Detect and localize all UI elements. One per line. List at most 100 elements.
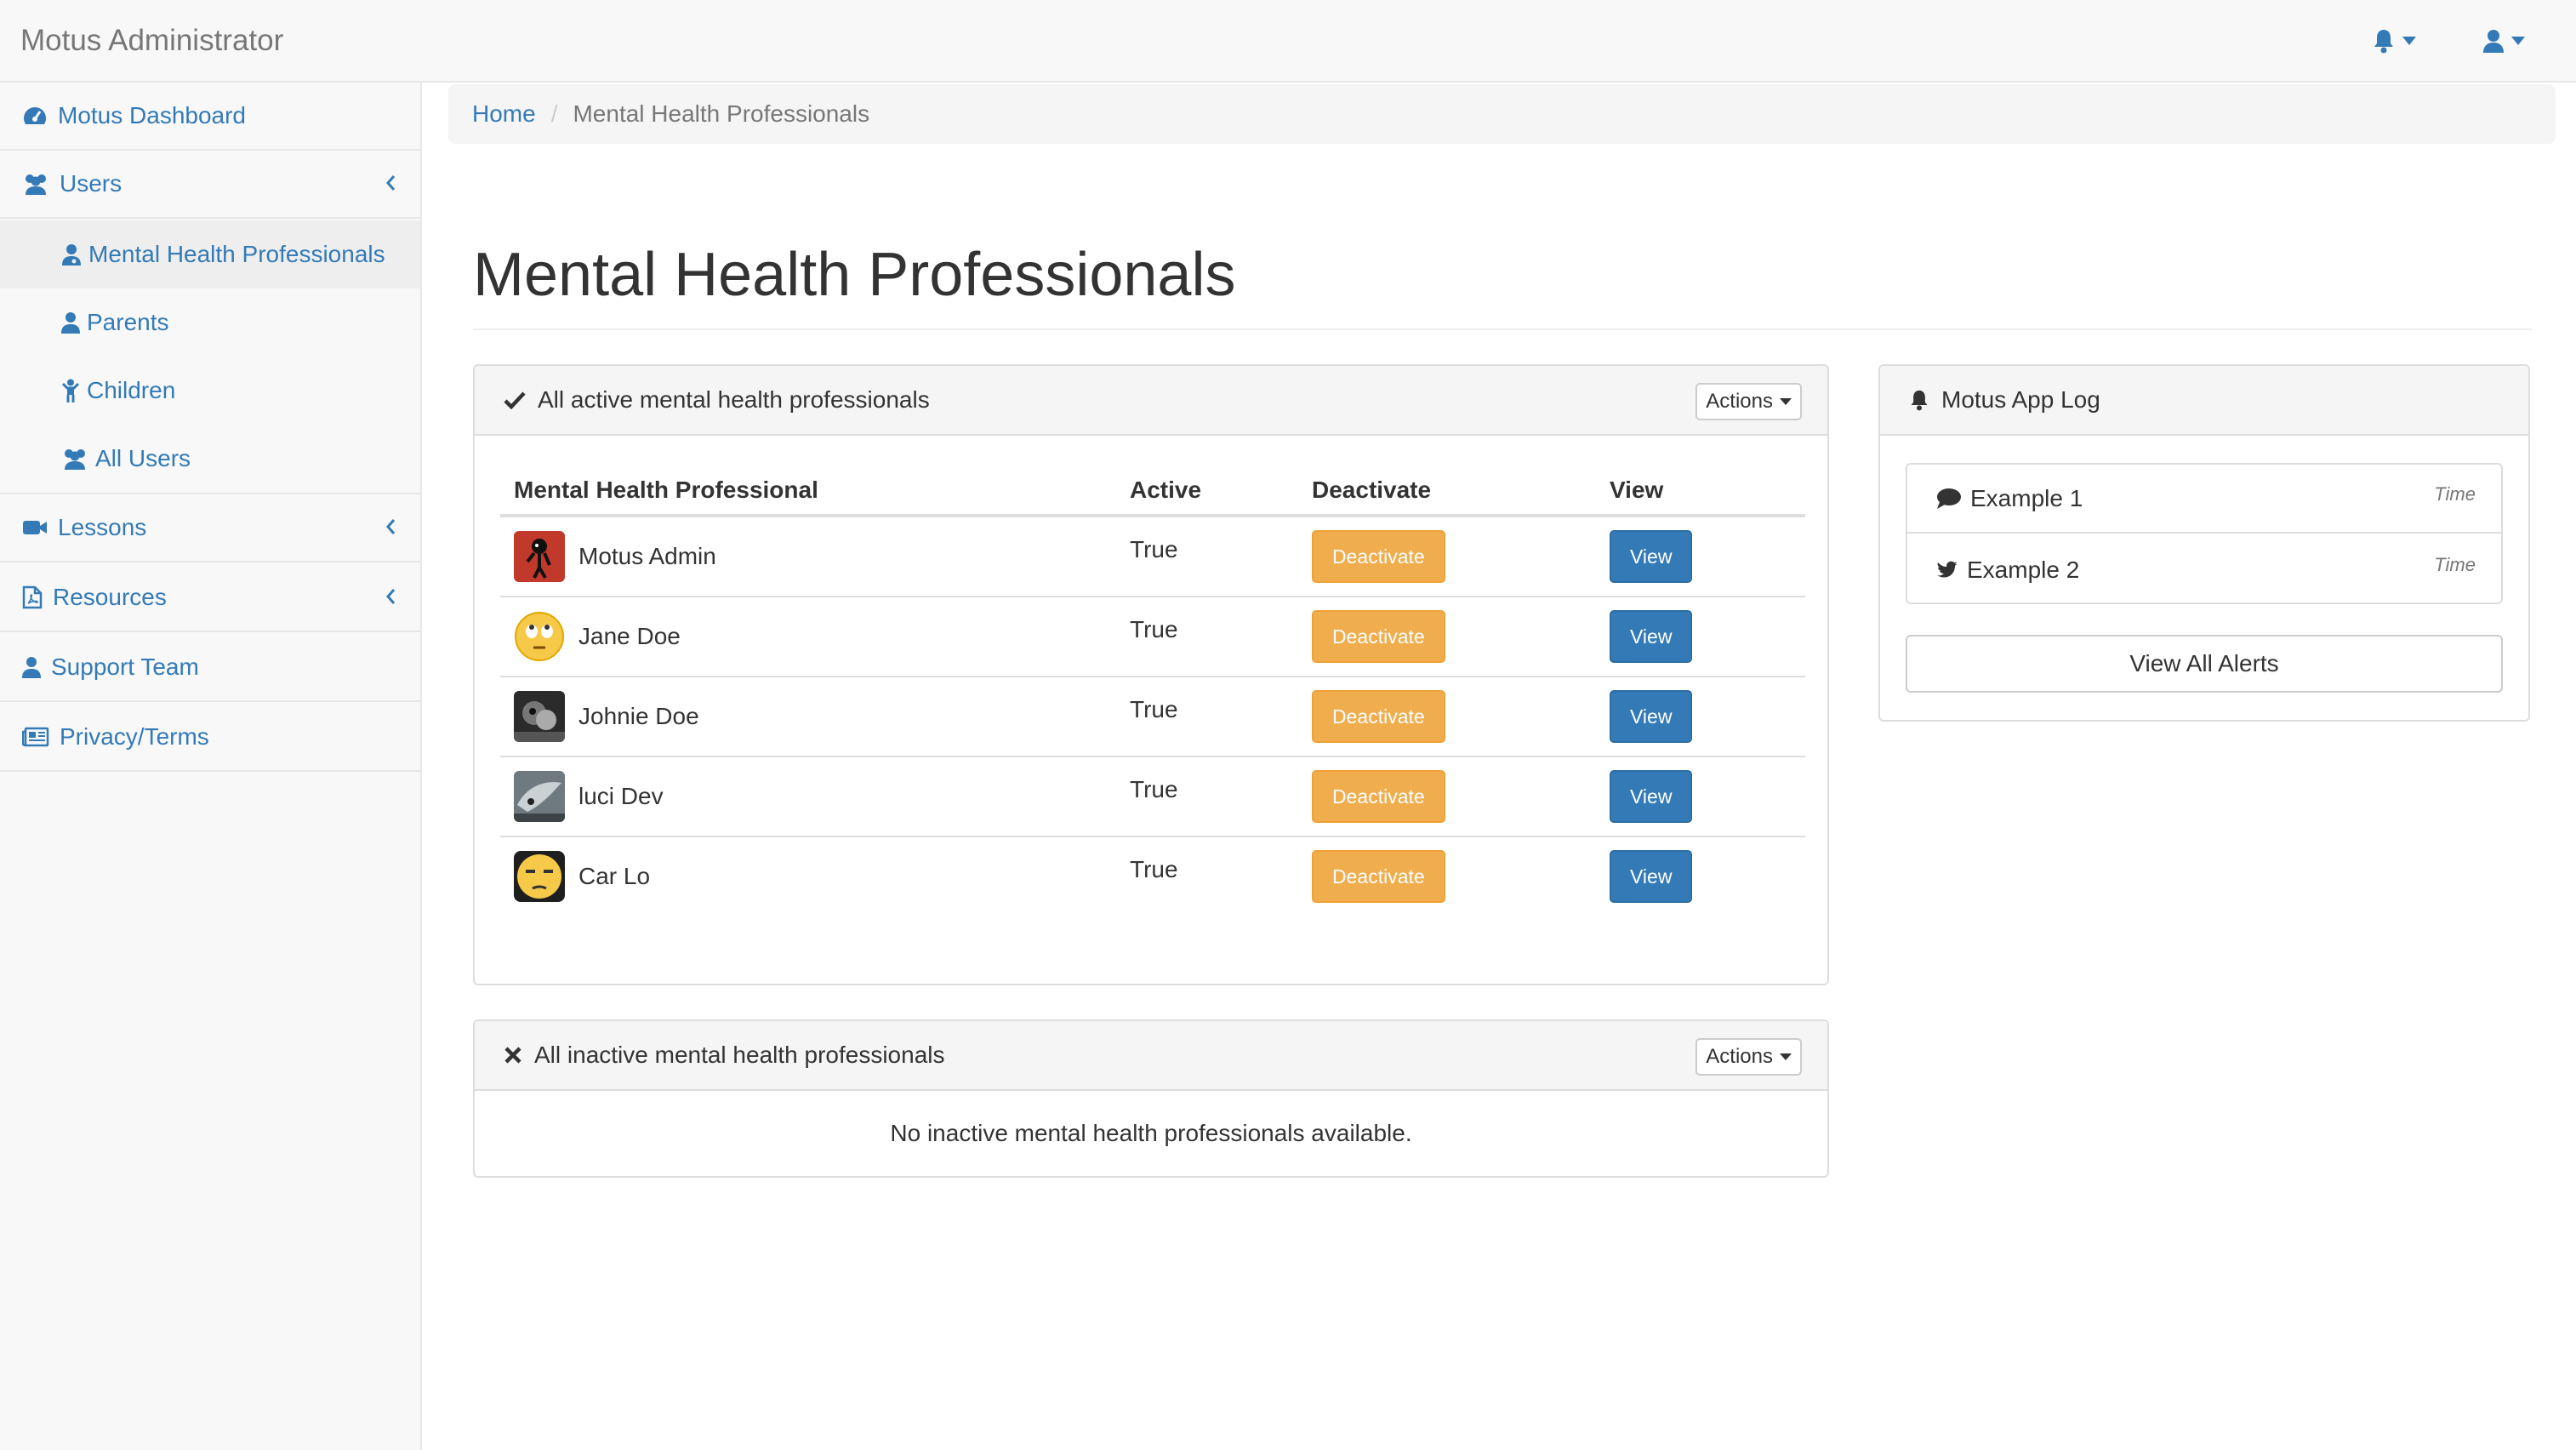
inactive-professionals-panel: All inactive mental health professionals… <box>473 1019 1829 1178</box>
view-cell: View <box>1596 676 1805 757</box>
sidebar-item-label: Support Team <box>51 654 199 680</box>
actions-label: Actions <box>1706 1045 1773 1068</box>
log-item[interactable]: Example 1 Time <box>1907 465 2501 534</box>
sidebar: Motus Dashboard Users Mental Health Prof… <box>0 83 422 1450</box>
active-professionals-panel: All active mental health professionals A… <box>473 364 1829 985</box>
table-row: Motus Admin True Deactivate View <box>500 516 1805 597</box>
breadcrumb-home-link[interactable]: Home <box>472 100 536 128</box>
professional-name: luci Dev <box>578 783 664 809</box>
sidebar-item-privacy-terms[interactable]: Privacy/Terms <box>0 704 420 772</box>
brand-title[interactable]: Motus Administrator <box>20 0 283 81</box>
table-row: Jane Doe True Deactivate View <box>500 597 1805 677</box>
panel-heading: All inactive mental health professionals… <box>475 1021 1827 1091</box>
sidebar-item-label: Children <box>87 377 176 403</box>
log-item-label: Example 2 <box>1967 556 2080 583</box>
view-button[interactable]: View <box>1610 690 1693 743</box>
sidebar-item-children[interactable]: Children <box>0 357 420 425</box>
sidebar-item-all-users[interactable]: All Users <box>0 425 420 493</box>
breadcrumb-current: Mental Health Professionals <box>573 100 870 127</box>
deactivate-button[interactable]: Deactivate <box>1312 690 1445 743</box>
chevron-left-icon <box>386 519 396 534</box>
sidebar-item-support-team[interactable]: Support Team <box>0 634 420 702</box>
user-dropdown[interactable] <box>2482 20 2525 61</box>
view-cell: View <box>1596 756 1805 837</box>
breadcrumb-separator: / <box>550 100 558 127</box>
avatar <box>514 611 565 662</box>
child-icon <box>61 379 80 402</box>
view-cell: View <box>1596 836 1805 916</box>
video-camera-icon <box>23 521 47 534</box>
sidebar-item-label: Users <box>60 170 123 197</box>
panel-heading: All active mental health professionals A… <box>475 366 1827 436</box>
dashboard-icon <box>24 107 46 124</box>
sidebar-item-resources[interactable]: Resources <box>0 564 420 632</box>
actions-dropdown-button[interactable]: Actions <box>1695 1038 1802 1076</box>
check-icon <box>504 391 526 409</box>
bell-icon <box>1911 390 1928 411</box>
avatar <box>514 851 565 902</box>
log-item-label: Example 1 <box>1970 484 2083 511</box>
sidebar-item-dashboard[interactable]: Motus Dashboard <box>0 83 420 151</box>
close-icon <box>504 1047 521 1064</box>
name-cell: Jane Doe <box>500 597 1116 677</box>
table-row: luci Dev True Deactivate View <box>500 756 1805 837</box>
view-button[interactable]: View <box>1610 610 1693 663</box>
log-item-time: Time <box>2434 554 2476 575</box>
chevron-left-icon <box>386 175 396 191</box>
deactivate-cell: Deactivate <box>1298 756 1596 837</box>
sidebar-item-label: Privacy/Terms <box>60 723 209 750</box>
deactivate-button[interactable]: Deactivate <box>1312 770 1445 823</box>
view-all-alerts-button[interactable]: View All Alerts <box>1906 635 2503 693</box>
chevron-left-icon <box>386 589 396 604</box>
sidebar-item-label: Lessons <box>58 514 147 540</box>
user-icon <box>2483 30 2504 53</box>
sidebar-item-label: Resources <box>53 584 167 610</box>
active-value: True <box>1130 616 1178 642</box>
panel-title: All active mental health professionals <box>538 386 930 413</box>
sidebar-item-users[interactable]: Users <box>0 151 420 219</box>
column-header[interactable]: Mental Health Professional <box>500 466 1116 517</box>
log-item[interactable]: Example 2 Time <box>1907 535 2501 604</box>
user-md-icon <box>62 244 81 265</box>
notifications-dropdown[interactable] <box>2372 20 2416 61</box>
deactivate-cell: Deactivate <box>1298 676 1596 757</box>
sidebar-item-label: Motus Dashboard <box>58 102 247 128</box>
actions-dropdown-button[interactable]: Actions <box>1695 383 1802 420</box>
column-header[interactable]: Deactivate <box>1298 466 1596 517</box>
app-log-panel: Motus App Log Example 1 Time Example 2 T… <box>1878 364 2530 722</box>
table-row: Johnie Doe True Deactivate View <box>500 676 1805 757</box>
active-value: True <box>1130 776 1178 802</box>
professionals-table: Mental Health Professional Active Deacti… <box>500 466 1805 916</box>
page-title: Mental Health Professionals <box>473 241 1236 309</box>
view-button[interactable]: View <box>1610 530 1693 583</box>
table-header-row: Mental Health Professional Active Deacti… <box>500 466 1805 517</box>
active-cell: True <box>1116 756 1298 837</box>
name-cell: luci Dev <box>500 756 1116 837</box>
title-divider <box>473 328 2532 330</box>
panel-title: All inactive mental health professionals <box>534 1042 945 1068</box>
name-cell: Johnie Doe <box>500 676 1116 757</box>
user-icon <box>22 657 41 678</box>
column-header[interactable]: Active <box>1116 466 1298 517</box>
deactivate-button[interactable]: Deactivate <box>1312 850 1445 903</box>
view-button[interactable]: View <box>1610 770 1693 823</box>
name-cell: Car Lo <box>500 836 1116 916</box>
deactivate-button[interactable]: Deactivate <box>1312 610 1445 663</box>
sidebar-item-lessons[interactable]: Lessons <box>0 494 420 562</box>
professional-name: Johnie Doe <box>578 703 699 729</box>
active-cell: True <box>1116 836 1298 916</box>
sidebar-item-label: Mental Health Professionals <box>88 241 385 267</box>
caret-down-icon <box>2511 37 2525 45</box>
panel-heading: Motus App Log <box>1880 366 2528 436</box>
actions-label: Actions <box>1706 390 1773 413</box>
top-navbar: Motus Administrator <box>0 0 2576 83</box>
view-button[interactable]: View <box>1610 850 1693 903</box>
deactivate-button[interactable]: Deactivate <box>1312 530 1445 583</box>
empty-state-message: No inactive mental health professionals … <box>890 1120 1412 1146</box>
sidebar-item-mental-health-professionals[interactable]: Mental Health Professionals <box>0 220 420 288</box>
column-header[interactable]: View <box>1596 466 1805 517</box>
avatar <box>514 531 565 582</box>
twitter-icon <box>1937 561 1958 578</box>
sidebar-item-parents[interactable]: Parents <box>0 288 420 357</box>
avatar <box>514 771 565 822</box>
